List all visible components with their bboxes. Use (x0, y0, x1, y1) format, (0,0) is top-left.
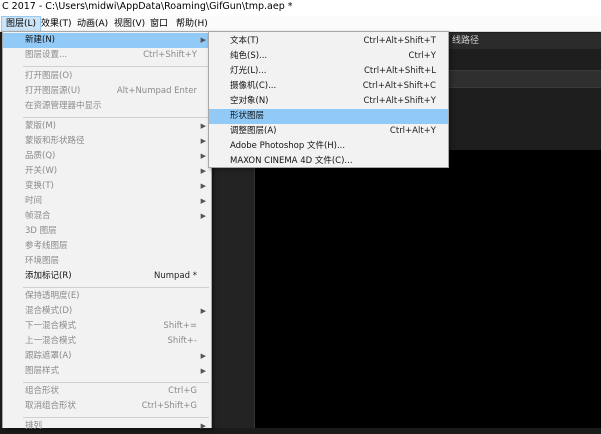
menu-separator (23, 382, 209, 383)
submenu-item-adjustment-layer[interactable]: 调整图层(A) Ctrl+Alt+Y (209, 124, 448, 139)
menu-item-ungroup-shapes[interactable]: 取消组合形状 Ctrl+Shift+G (3, 399, 211, 414)
menu-item-arrange[interactable]: 排列 ▶ (3, 419, 211, 434)
chevron-right-icon: ▶ (200, 422, 206, 430)
menu-view[interactable]: 视图(V) (110, 17, 149, 31)
menu-item-guide-layer[interactable]: 参考线图层 (3, 239, 211, 254)
menu-item-layer-settings[interactable]: 图层设置... Ctrl+Shift+Y (3, 48, 211, 63)
menu-bar: 图层(L) 效果(T) 动画(A) 视图(V) 窗口 帮助(H) (0, 16, 601, 32)
layer-menu: 新建(N) ▶ 图层设置... Ctrl+Shift+Y 打开图层(O) 打开图… (2, 31, 212, 431)
menu-item-new[interactable]: 新建(N) ▶ (3, 33, 211, 48)
menu-separator (23, 66, 209, 67)
window-title: C 2017 - C:\Users\midwi\AppData\Roaming\… (0, 0, 601, 16)
menu-window[interactable]: 窗口 (146, 17, 172, 31)
chevron-right-icon: ▶ (200, 36, 206, 44)
menu-item-frame-blending[interactable]: 帧混合 ▶ (3, 209, 211, 224)
menu-item-environment-layer[interactable]: 环境图层 (3, 254, 211, 269)
menu-item-reveal-in-explorer[interactable]: 在资源管理器中显示 (3, 99, 211, 114)
composition-viewer[interactable] (255, 150, 601, 428)
chevron-right-icon: ▶ (200, 152, 206, 160)
menu-help[interactable]: 帮助(H) (172, 17, 212, 31)
menu-effect[interactable]: 效果(T) (37, 17, 76, 31)
menu-item-next-blending-mode[interactable]: 下一混合模式 Shift+= (3, 319, 211, 334)
submenu-item-photoshop-file[interactable]: Adobe Photoshop 文件(H)... (209, 139, 448, 154)
submenu-item-light[interactable]: 灯光(L)... Ctrl+Alt+Shift+L (209, 64, 448, 79)
menu-animation[interactable]: 动画(A) (73, 17, 112, 31)
menu-item-group-shapes[interactable]: 组合形状 Ctrl+G (3, 384, 211, 399)
menu-separator (23, 287, 209, 288)
chevron-right-icon: ▶ (200, 307, 206, 315)
submenu-item-text[interactable]: 文本(T) Ctrl+Alt+Shift+T (209, 34, 448, 49)
menu-item-3d-layer[interactable]: 3D 图层 (3, 224, 211, 239)
menu-item-preserve-transparency[interactable]: 保持透明度(E) (3, 289, 211, 304)
menu-item-previous-blending-mode[interactable]: 上一混合模式 Shift+- (3, 334, 211, 349)
chevron-right-icon: ▶ (200, 212, 206, 220)
menu-item-add-marker[interactable]: 添加标记(R) Numpad * (3, 269, 211, 284)
menu-separator (23, 417, 209, 418)
menu-item-transform[interactable]: 变换(T) ▶ (3, 179, 211, 194)
menu-item-mask-shape-path[interactable]: 蒙版和形状路径 ▶ (3, 134, 211, 149)
chevron-right-icon: ▶ (200, 167, 206, 175)
menu-item-layer-styles[interactable]: 图层样式 ▶ (3, 364, 211, 379)
menu-item-blending-mode[interactable]: 混合模式(D) ▶ (3, 304, 211, 319)
menu-item-time[interactable]: 时间 ▶ (3, 194, 211, 209)
submenu-item-solid[interactable]: 纯色(S)... Ctrl+Y (209, 49, 448, 64)
menu-item-track-matte[interactable]: 跟踪遮罩(A) ▶ (3, 349, 211, 364)
chevron-right-icon: ▶ (200, 367, 206, 375)
chevron-right-icon: ▶ (200, 197, 206, 205)
chevron-right-icon: ▶ (200, 352, 206, 360)
submenu-item-shape-layer[interactable]: 形状图层 (209, 109, 448, 124)
menu-item-mask[interactable]: 蒙版(M) ▶ (3, 119, 211, 134)
menu-item-quality[interactable]: 品质(Q) ▶ (3, 149, 211, 164)
new-submenu: 文本(T) Ctrl+Alt+Shift+T 纯色(S)... Ctrl+Y 灯… (208, 31, 449, 168)
menu-item-open-layer-source[interactable]: 打开图层源(U) Alt+Numpad Enter (3, 84, 211, 99)
menu-item-open-layer[interactable]: 打开图层(O) (3, 69, 211, 84)
submenu-item-camera[interactable]: 摄像机(C)... Ctrl+Alt+Shift+C (209, 79, 448, 94)
submenu-item-null-object[interactable]: 空对象(N) Ctrl+Alt+Shift+Y (209, 94, 448, 109)
submenu-item-cinema4d-file[interactable]: MAXON CINEMA 4D 文件(C)... (209, 154, 448, 169)
menu-separator (23, 117, 209, 118)
chevron-right-icon: ▶ (200, 137, 206, 145)
chevron-right-icon: ▶ (200, 122, 206, 130)
chevron-right-icon: ▶ (200, 182, 206, 190)
menu-layer[interactable]: 图层(L) (1, 16, 42, 32)
panel-header: 线路径 (448, 33, 601, 49)
menu-item-switches[interactable]: 开关(W) ▶ (3, 164, 211, 179)
